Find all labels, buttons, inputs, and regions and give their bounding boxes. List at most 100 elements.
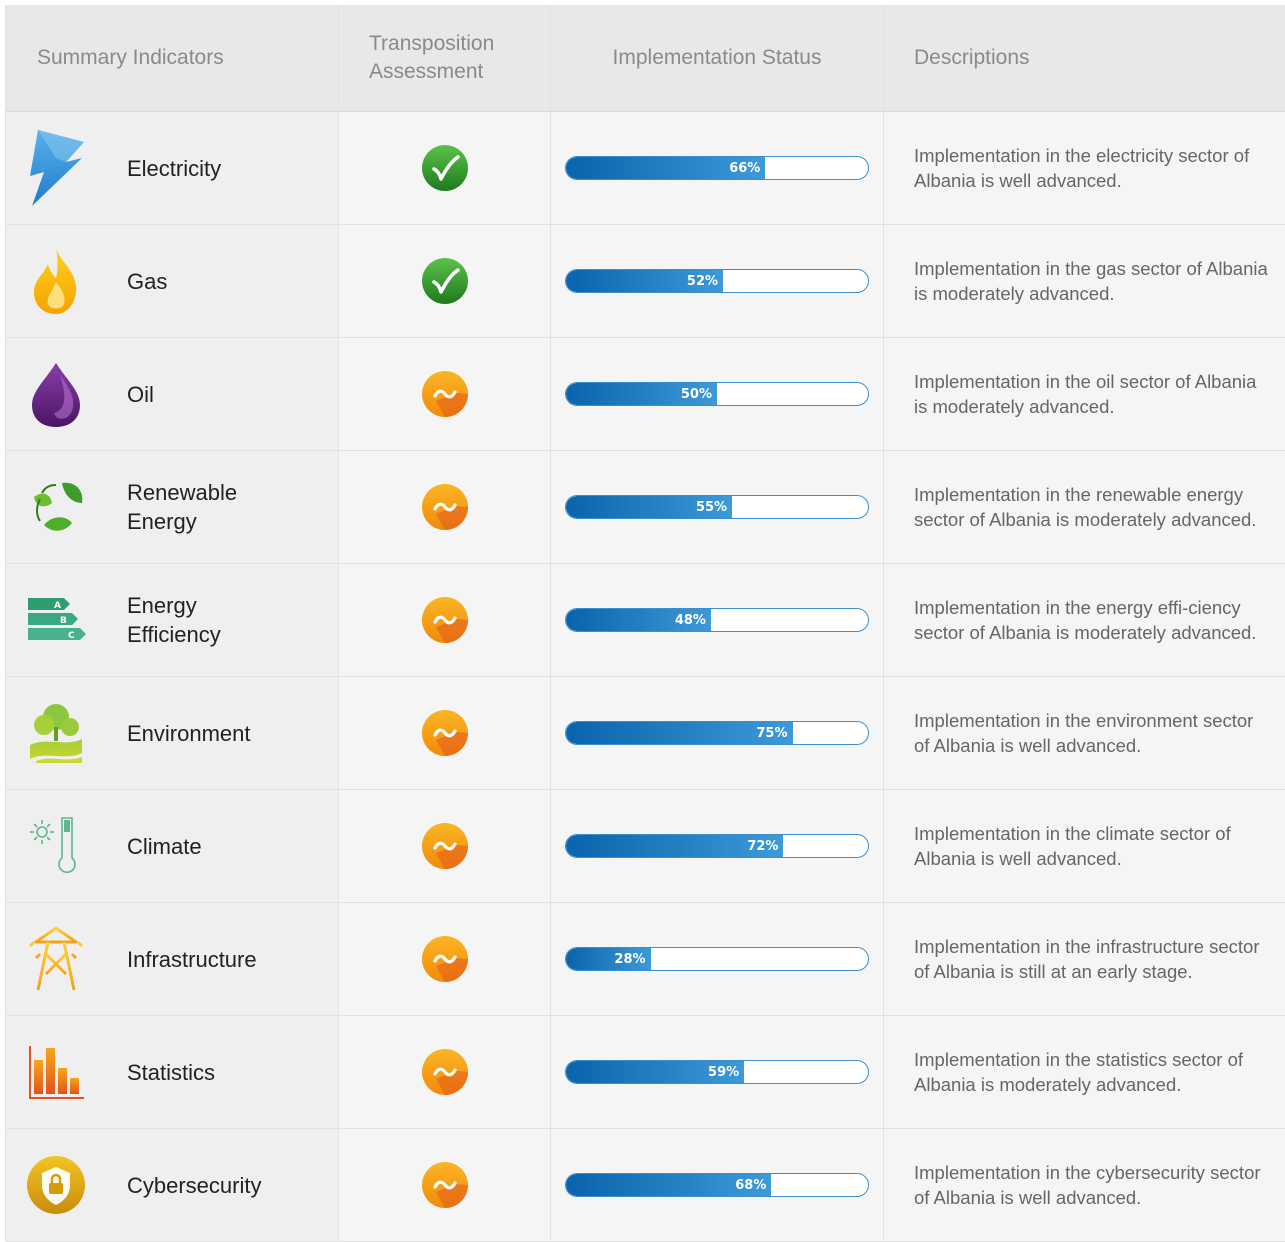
- transposition-assessment-cell: [339, 903, 551, 1015]
- indicator-name: Climate: [127, 833, 202, 859]
- transposition-assessment-cell: [339, 112, 551, 224]
- header-transposition-line1: Transposition: [369, 32, 495, 55]
- progress-bar: 48%: [565, 608, 869, 632]
- summary-indicator-cell: Infrastructure: [6, 903, 339, 1015]
- description-cell: Implementation in the cybersecurity sect…: [884, 1129, 1285, 1241]
- progress-bar: 72%: [565, 834, 869, 858]
- indicator-name: Infrastructure: [127, 946, 257, 972]
- shield-lock-icon: [26, 1145, 86, 1225]
- progress-percent-label: 48%: [674, 612, 706, 628]
- table-row-electricity: Electricity 66% Implementation in the elec…: [6, 112, 1285, 225]
- progress-bar-fill: 50%: [566, 383, 717, 405]
- description-text: Implementation in the electricity sector…: [914, 144, 1250, 192]
- progress-bar: 50%: [565, 382, 869, 406]
- progress-bar-fill: 55%: [566, 496, 733, 518]
- indicator-name: Renewable Energy: [127, 480, 238, 534]
- progress-bar: 75%: [565, 721, 869, 745]
- summary-indicator-cell: Gas: [6, 225, 339, 337]
- description-text: Implementation in the renewable energy s…: [914, 483, 1257, 531]
- progress-percent-label: 28%: [614, 951, 646, 967]
- description-cell: Implementation in the climate sector of …: [884, 790, 1285, 902]
- table-row-environment: Environment 75% Implementation in the envi…: [6, 677, 1285, 790]
- implementation-status-cell: 52%: [551, 225, 884, 337]
- summary-indicator-cell: Environment: [6, 677, 339, 789]
- progress-percent-label: 52%: [686, 273, 719, 289]
- transposition-assessment-cell: [339, 677, 551, 789]
- table-header: Summary Indicators Transposition Assessme…: [6, 5, 1285, 112]
- implementation-status-cell: 50%: [551, 338, 884, 450]
- transposition-assessment-cell: [339, 225, 551, 337]
- description-text: Implementation in the oil sector of Alba…: [914, 370, 1257, 418]
- description-text: Implementation in the climate sector of …: [914, 822, 1231, 870]
- progress-bar: 28%: [565, 947, 869, 971]
- summary-indicator-cell: Oil: [6, 338, 339, 450]
- table-body: Electricity 66% Implementation in the elec…: [6, 112, 1285, 1242]
- check-status-icon: [421, 258, 468, 304]
- implementation-status-cell: 59%: [551, 1016, 884, 1128]
- table-row-oil: Oil 50% Implementation in the oil sector o…: [6, 338, 1285, 451]
- summary-indicator-cell: Cybersecurity: [6, 1129, 339, 1241]
- transposition-assessment-cell: [339, 564, 551, 676]
- partial-status-icon: [421, 936, 468, 982]
- header-summary-indicators: Summary Indicators: [6, 5, 339, 111]
- progress-bar-fill: 68%: [566, 1174, 772, 1196]
- header-transposition-line2: Assessment: [369, 60, 484, 83]
- energy-rating-icon: ABC: [26, 580, 86, 660]
- header-implementation-status: Implementation Status: [551, 5, 884, 111]
- progress-percent-label: 59%: [708, 1064, 740, 1080]
- partial-status-icon: [421, 371, 468, 417]
- description-cell: Implementation in the statistics sector …: [884, 1016, 1285, 1128]
- thermometer-sun-icon: [26, 806, 86, 886]
- progress-bar: 68%: [565, 1173, 869, 1197]
- table-row-cybersecurity: Cybersecurity 68% Implementation in the cy…: [6, 1129, 1285, 1242]
- oil-drop-icon: [26, 354, 86, 434]
- description-cell: Implementation in the gas sector of Alba…: [884, 225, 1285, 337]
- indicator-name: Cybersecurity: [127, 1172, 262, 1198]
- partial-status-icon: [421, 597, 468, 643]
- progress-bar: 52%: [565, 269, 869, 293]
- progress-bar: 59%: [565, 1060, 869, 1084]
- implementation-status-cell: 68%: [551, 1129, 884, 1241]
- transposition-assessment-cell: [339, 1016, 551, 1128]
- indicator-name: Statistics: [127, 1059, 216, 1085]
- description-text: Implementation in the environment sector…: [914, 709, 1254, 757]
- progress-bar-fill: 48%: [566, 609, 711, 631]
- flame-icon: [26, 241, 86, 321]
- indicator-name: Environment: [127, 720, 251, 746]
- progress-bar: 55%: [565, 495, 869, 519]
- description-cell: Implementation in the energy effi-ciency…: [884, 564, 1285, 676]
- implementation-status-cell: 66%: [551, 112, 884, 224]
- table-row-climate: Climate 72% Implementation in the climate …: [6, 790, 1285, 903]
- recycle-leaves-icon: [26, 467, 86, 547]
- indicator-name: Oil: [127, 381, 154, 407]
- progress-percent-label: 55%: [695, 499, 728, 515]
- progress-bar: 66%: [565, 156, 869, 180]
- progress-percent-label: 66%: [729, 160, 761, 176]
- summary-indicator-cell: Climate: [6, 790, 339, 902]
- lightning-icon: [26, 128, 86, 208]
- indicators-table: Summary Indicators Transposition Assessme…: [5, 5, 1285, 1242]
- table-row-infrastructure: Infrastructure 28% Implementation in the i…: [6, 903, 1285, 1016]
- table-row-gas: Gas 52% Implementation in the gas sector o…: [6, 225, 1285, 338]
- partial-status-icon: [421, 484, 468, 530]
- check-status-icon: [421, 145, 468, 191]
- implementation-status-cell: 28%: [551, 903, 884, 1015]
- description-cell: Implementation in the oil sector of Alba…: [884, 338, 1285, 450]
- table-row-energy-efficiency: A B C Energy Efficiency 48% Implementation in…: [6, 564, 1285, 677]
- summary-indicator-cell: Electricity: [6, 112, 339, 224]
- progress-percent-label: 72%: [747, 838, 779, 854]
- transposition-assessment-cell: [339, 1129, 551, 1241]
- progress-bar-fill: 59%: [566, 1061, 745, 1083]
- implementation-status-cell: 72%: [551, 790, 884, 902]
- progress-percent-label: 68%: [735, 1177, 767, 1193]
- svg-text:C: C: [68, 631, 75, 641]
- summary-indicator-cell: Statistics: [6, 1016, 339, 1128]
- summary-indicator-cell: A B C Energy Efficiency: [6, 564, 339, 676]
- progress-percent-label: 75%: [756, 725, 788, 741]
- progress-bar-fill: 72%: [566, 835, 784, 857]
- description-cell: Implementation in the renewable energy s…: [884, 451, 1285, 563]
- implementation-status-cell: 48%: [551, 564, 884, 676]
- partial-status-icon: [421, 1049, 468, 1095]
- svg-text:B: B: [60, 616, 67, 626]
- indicator-name: Gas: [127, 268, 168, 294]
